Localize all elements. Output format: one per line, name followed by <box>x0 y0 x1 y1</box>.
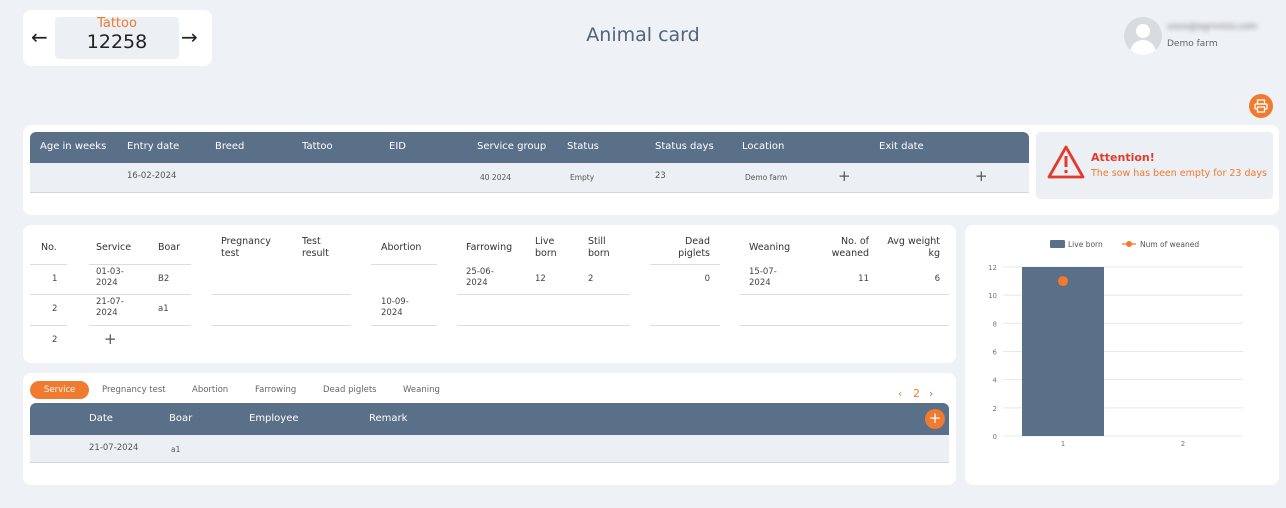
col-employee: Employee <box>249 413 299 424</box>
row-dead-piglets: 0 <box>704 274 710 284</box>
add-service-button[interactable]: + <box>104 330 117 348</box>
row-no-weaned: 11 <box>858 274 869 284</box>
row-live-born: 12 <box>535 274 546 284</box>
legend-label-live-born: Live born <box>1068 240 1103 249</box>
x-tick-label: 1 <box>1061 440 1065 448</box>
status-days-value: 23 <box>655 171 666 181</box>
col-no: No. <box>41 242 57 253</box>
row-no: 2 <box>52 304 58 314</box>
col-remark: Remark <box>369 413 408 424</box>
reproduction-table: No. Service Boar Pregnancy test Test res… <box>23 225 956 363</box>
point-num-of-weaned <box>1058 276 1068 287</box>
info-table-row: 16-02-2024 40 2024 Empty 23 Demo farm + … <box>30 163 1029 193</box>
row-no: 1 <box>52 274 58 284</box>
prev-page-chevron-icon[interactable]: ‹ <box>898 387 902 400</box>
y-tick-label: 10 <box>988 292 997 300</box>
alert-message: The sow has been empty for 23 days <box>1091 168 1267 179</box>
row-avg-weight: 6 <box>934 274 940 284</box>
col-exit-date: Exit date <box>879 141 924 152</box>
events-table-header: Date Boar Employee Remark + <box>30 403 949 435</box>
col-breed: Breed <box>215 141 245 152</box>
info-table-header: Age in weeks Entry date Breed Tattoo EID… <box>30 132 1029 163</box>
tab-weaning[interactable]: Weaning <box>403 381 440 399</box>
col-dead-piglets: Dead piglets <box>678 236 710 259</box>
col-farrowing: Farrowing <box>466 242 513 253</box>
chart-canvas: 0246810121 2Live born Num of weaned <box>988 240 1243 448</box>
entry-date-value: 16-02-2024 <box>127 171 177 181</box>
legend-swatch-num-of-weaned <box>1126 241 1132 247</box>
col-avg-weight: Avg weight kg <box>887 236 940 259</box>
tab-dead-piglets[interactable]: Dead piglets <box>323 381 377 399</box>
x-tick-label: 2 <box>1181 440 1185 448</box>
col-date: Date <box>89 413 113 424</box>
col-live-born: Live born <box>535 236 557 259</box>
animal-info-table: Age in weeks Entry date Breed Tattoo EID… <box>30 132 1029 193</box>
location-value: Demo farm <box>745 173 788 182</box>
col-eid: EID <box>389 141 406 152</box>
y-tick-label: 12 <box>988 264 997 272</box>
y-tick-label: 4 <box>993 377 998 385</box>
farm-name: Demo farm <box>1167 39 1218 49</box>
printer-icon <box>1254 99 1268 113</box>
col-pregnancy-test: Pregnancy test <box>221 236 271 259</box>
litter-chart: 0 2 4 6 8 10 12 1 2 Live born Num of weaned <box>965 225 1279 485</box>
row-farrowing: 25-06-2024 <box>466 267 494 288</box>
y-tick-label: 0 <box>993 433 997 441</box>
y-tick-label: 2 <box>993 405 997 413</box>
col-abortion: Abortion <box>381 242 422 253</box>
row-boar: a1 <box>158 304 169 314</box>
col-no-weaned: No. of weaned <box>831 236 869 259</box>
legend-label-num-of-weaned: Num of weaned <box>1140 240 1199 249</box>
warning-icon <box>1047 145 1085 179</box>
event-date: 21-07-2024 <box>89 443 139 453</box>
tab-abortion[interactable]: Abortion <box>192 381 228 399</box>
legend-swatch-live-born <box>1050 240 1065 248</box>
print-button[interactable] <box>1249 94 1273 118</box>
events-panel: Service Pregnancy test Abortion Farrowin… <box>23 373 956 485</box>
event-boar: a1 <box>171 445 181 454</box>
animal-info-card: Age in weeks Entry date Breed Tattoo EID… <box>23 125 1279 215</box>
row-abortion: 10-09-2024 <box>381 297 409 318</box>
tab-pregnancy-test[interactable]: Pregnancy test <box>102 381 166 399</box>
col-status-days: Status days <box>655 141 714 152</box>
col-boar: Boar <box>169 413 193 424</box>
tab-service[interactable]: Service <box>30 381 90 399</box>
row-service: 01-03-2024 <box>96 267 124 288</box>
add-exit-date-button[interactable]: + <box>975 167 988 185</box>
col-weaning: Weaning <box>749 242 791 253</box>
add-location-button[interactable]: + <box>838 167 851 185</box>
col-still-born: Still born <box>588 236 610 259</box>
y-tick-label: 6 <box>993 349 998 357</box>
attention-alert: Attention! The sow has been empty for 23… <box>1036 132 1273 199</box>
row-weaning: 15-07-2024 <box>749 267 777 288</box>
bar-live-born <box>1022 267 1104 436</box>
page-number: 2 <box>913 387 920 400</box>
col-status: Status <box>567 141 599 152</box>
col-age-in-weeks: Age in weeks <box>40 141 107 152</box>
row-still-born: 2 <box>588 274 594 284</box>
col-boar: Boar <box>158 242 181 253</box>
avatar[interactable] <box>1124 17 1162 55</box>
add-event-button[interactable]: + <box>925 409 945 429</box>
status-value: Empty <box>570 173 595 182</box>
page-title: Animal card <box>586 24 700 46</box>
alert-title: Attention! <box>1091 151 1155 164</box>
col-service-group: Service group <box>477 141 547 152</box>
y-tick-label: 8 <box>993 320 997 328</box>
row-boar: B2 <box>158 274 170 284</box>
next-page-chevron-icon[interactable]: › <box>929 387 933 400</box>
new-row-no: 2 <box>52 335 58 345</box>
row-service: 21-07-2024 <box>96 297 124 318</box>
col-tattoo: Tattoo <box>302 141 333 152</box>
service-group-value: 40 2024 <box>480 173 512 182</box>
user-email: xxxx@agrivisio.com <box>1167 22 1258 32</box>
col-location: Location <box>742 141 785 152</box>
col-service: Service <box>96 242 132 253</box>
table-row: 21-07-2024 a1 <box>30 435 949 463</box>
col-test-result: Test result <box>302 236 329 259</box>
col-entry-date: Entry date <box>127 141 180 152</box>
tab-farrowing[interactable]: Farrowing <box>255 381 296 399</box>
